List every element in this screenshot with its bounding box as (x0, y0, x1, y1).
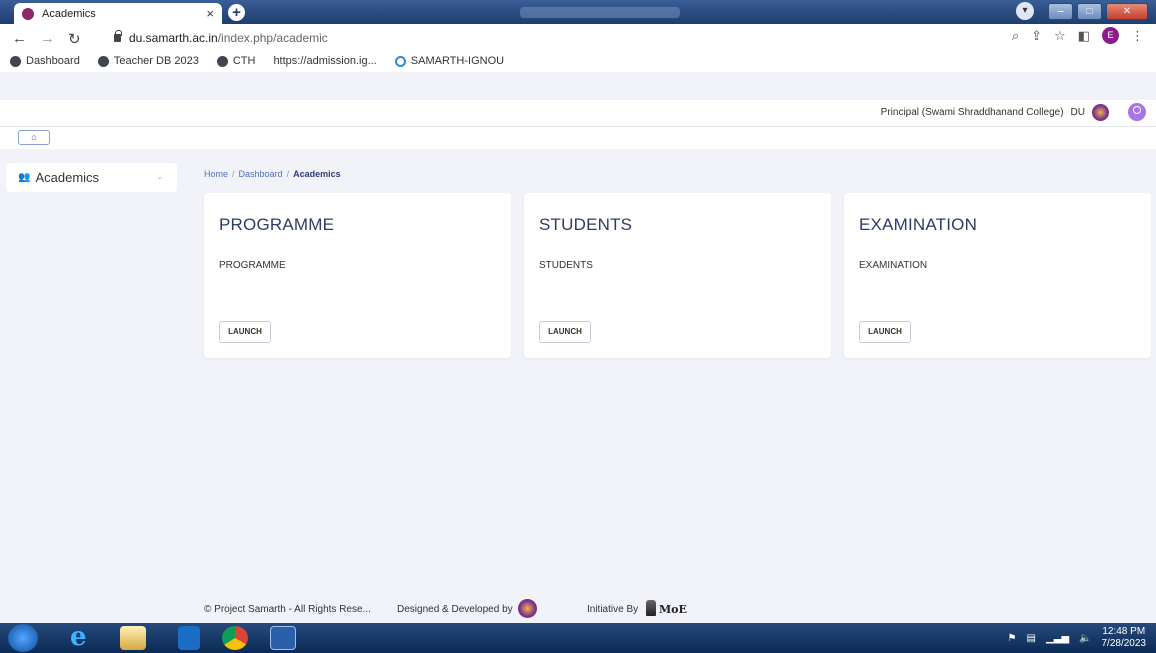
footer-designed: Designed & Developed by (397, 604, 513, 615)
tab-search-chevron-icon[interactable]: ▾ (1016, 2, 1034, 20)
user-info: Principal (Swami Shraddhanand College) D… (881, 103, 1146, 121)
minimize-button[interactable]: ‒ (1048, 2, 1073, 20)
outlook-icon[interactable] (178, 626, 200, 650)
chevron-down-icon: ⌄ (156, 172, 163, 181)
profile-avatar[interactable]: E (1102, 27, 1119, 44)
card-subtitle: EXAMINATION (859, 260, 928, 271)
tab-close-icon[interactable]: × (206, 6, 214, 21)
bookmark-star-icon[interactable]: ☆ (1054, 28, 1066, 44)
developer-logo-icon (518, 599, 537, 618)
back-arrow-icon[interactable]: ← (12, 30, 27, 47)
user-avatar-icon[interactable] (1128, 103, 1146, 121)
launch-button[interactable]: LAUNCH (859, 321, 911, 343)
university-label: DU (1070, 106, 1085, 118)
people-icon: 👥 (18, 172, 31, 183)
page-footer: © Project Samarth - All Rights Rese... D… (0, 599, 1156, 623)
flag-icon[interactable]: ⚑ (1008, 633, 1017, 644)
ignou-icon (394, 55, 406, 67)
close-window-button[interactable]: ✕ (1106, 2, 1148, 20)
lock-icon (114, 30, 122, 42)
tab-title: Academics (42, 7, 96, 20)
moe-logo-text: MoE (659, 603, 687, 616)
network-icon[interactable]: ▤ (1027, 633, 1036, 644)
share-icon[interactable]: ⇪ (1031, 28, 1042, 44)
user-role: Principal (Swami Shraddhanand College) (880, 106, 1064, 118)
footer-copyright: © Project Samarth - All Rights Rese... (204, 604, 371, 615)
globe-icon (97, 55, 109, 67)
card-subtitle: PROGRAMME (219, 260, 286, 271)
breadcrumb-current: Academics (293, 169, 341, 179)
home-button[interactable]: ⌂ (18, 130, 50, 145)
du-logo-icon (1092, 103, 1109, 121)
taskbar-clock[interactable]: 12:48 PM 7/28/2023 (1102, 626, 1147, 650)
breadcrumb-home[interactable]: Home (204, 169, 228, 179)
maximize-button[interactable]: □ (1077, 2, 1102, 20)
system-tray: ⚑ ▤ ▁▃▅ 🔈 12:48 PM 7/28/2023 (1008, 626, 1146, 650)
url-host: du.samarth.ac.in (129, 31, 218, 45)
clock-time: 12:48 PM (1102, 626, 1146, 637)
launch-button[interactable]: LAUNCH (539, 321, 591, 343)
chrome-icon[interactable] (222, 626, 248, 650)
card-title: PROGRAMME (219, 215, 335, 234)
bookmark-admission[interactable]: https://admission.ig... (273, 55, 376, 67)
browser-titlebar: Academics × + ▾ ‒ □ ✕ (0, 0, 1156, 24)
new-tab-button[interactable]: + (228, 4, 245, 21)
app-header: Principal (Swami Shraddhanand College) D… (0, 100, 1156, 127)
card-examination: EXAMINATION EXAMINATION LAUNCH (844, 193, 1151, 358)
signal-icon[interactable]: ▁▃▅ (1046, 633, 1069, 644)
browser-tab-academics[interactable]: Academics × (14, 3, 222, 24)
card-title: EXAMINATION (859, 215, 978, 234)
word-icon[interactable] (270, 626, 296, 650)
footer-initiative: Initiative By (587, 604, 639, 615)
card-students: STUDENTS STUDENTS LAUNCH (524, 193, 831, 358)
file-explorer-icon[interactable] (120, 626, 146, 650)
toolbar-actions: ⌕ ⇪ ☆ ◧ E ⋮ (1012, 27, 1144, 44)
forward-arrow-icon[interactable]: → (40, 30, 55, 47)
internet-explorer-icon[interactable]: e (70, 624, 96, 650)
breadcrumb-dashboard[interactable]: Dashboard (239, 169, 283, 179)
samarth-favicon-icon (22, 7, 34, 20)
menu-kebab-icon[interactable]: ⋮ (1131, 28, 1144, 44)
url-path: /index.php/academic (217, 31, 328, 45)
start-button[interactable] (8, 624, 38, 652)
card-title: STUDENTS (539, 215, 633, 234)
bookmark-teacher-db[interactable]: Teacher DB 2023 (97, 55, 199, 67)
card-programme: PROGRAMME PROGRAMME LAUNCH (204, 193, 511, 358)
bookmark-samarth-ignou[interactable]: SAMARTH-IGNOU (394, 55, 504, 67)
reload-icon[interactable]: ↻ (68, 30, 81, 48)
home-bar: ⌂ (0, 127, 1156, 149)
bookmark-cth[interactable]: CTH (216, 55, 255, 67)
zoom-icon[interactable]: ⌕ (1012, 28, 1019, 44)
window-title-blur (520, 7, 680, 18)
sidebar-item-label: Academics (35, 170, 100, 185)
clock-date: 7/28/2023 (1101, 638, 1147, 649)
browser-toolbar: ← → ↻ du.samarth.ac.in /index.php/academ… (0, 24, 1156, 72)
os-taskbar: e ⚑ ▤ ▁▃▅ 🔈 12:48 PM 7/28/2023 (0, 623, 1156, 653)
globe-icon (216, 55, 228, 67)
url-bar[interactable]: du.samarth.ac.in /index.php/academic (100, 28, 1146, 48)
samarth-icon (10, 55, 21, 67)
volume-icon[interactable]: 🔈 (1079, 633, 1091, 644)
bookmark-dashboard[interactable]: Dashboard (10, 55, 80, 67)
breadcrumb: Home / Dashboard / Academics (204, 169, 341, 179)
launch-button[interactable]: LAUNCH (219, 321, 271, 343)
emblem-icon (646, 600, 656, 616)
sidebar-item-academics[interactable]: 👥 Academics ⌄ (6, 163, 177, 192)
window-controls: ▾ ‒ □ ✕ (1016, 2, 1148, 20)
bookmarks-bar: Dashboard Teacher DB 2023 CTH https://ad… (0, 52, 1156, 70)
home-icon: ⌂ (31, 132, 37, 142)
side-panel-icon[interactable]: ◧ (1078, 28, 1090, 44)
card-subtitle: STUDENTS (539, 260, 593, 271)
